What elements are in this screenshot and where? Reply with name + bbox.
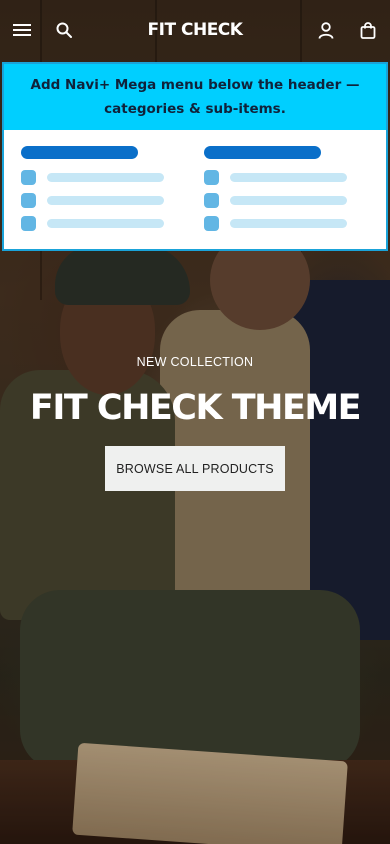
mega-menu-banner: Add Navi+ Mega menu below the header — c… bbox=[4, 64, 386, 130]
mega-menu-column bbox=[203, 146, 387, 238]
hero-title: FIT CHECK THEME bbox=[29, 388, 362, 428]
sub-item-placeholder bbox=[203, 192, 387, 208]
category-heading-placeholder bbox=[21, 146, 138, 159]
mega-menu-column bbox=[21, 146, 204, 238]
hero-eyebrow: NEW COLLECTION bbox=[136, 355, 254, 369]
browse-all-products-button[interactable]: BROWSE ALL PRODUCTS bbox=[105, 446, 285, 491]
search-icon[interactable] bbox=[54, 20, 74, 40]
sub-item-placeholder bbox=[21, 169, 204, 185]
site-header: FIT CHECK bbox=[0, 0, 390, 60]
sub-item-placeholder bbox=[203, 215, 387, 231]
sub-item-placeholder bbox=[21, 192, 204, 208]
sub-item-placeholder bbox=[21, 215, 204, 231]
bag-icon[interactable] bbox=[358, 20, 378, 40]
mega-menu-placeholder: Add Navi+ Mega menu below the header — c… bbox=[2, 62, 388, 251]
menu-icon[interactable] bbox=[12, 20, 32, 40]
account-icon[interactable] bbox=[316, 20, 336, 40]
category-heading-placeholder bbox=[203, 146, 321, 159]
sub-item-placeholder bbox=[203, 169, 387, 185]
